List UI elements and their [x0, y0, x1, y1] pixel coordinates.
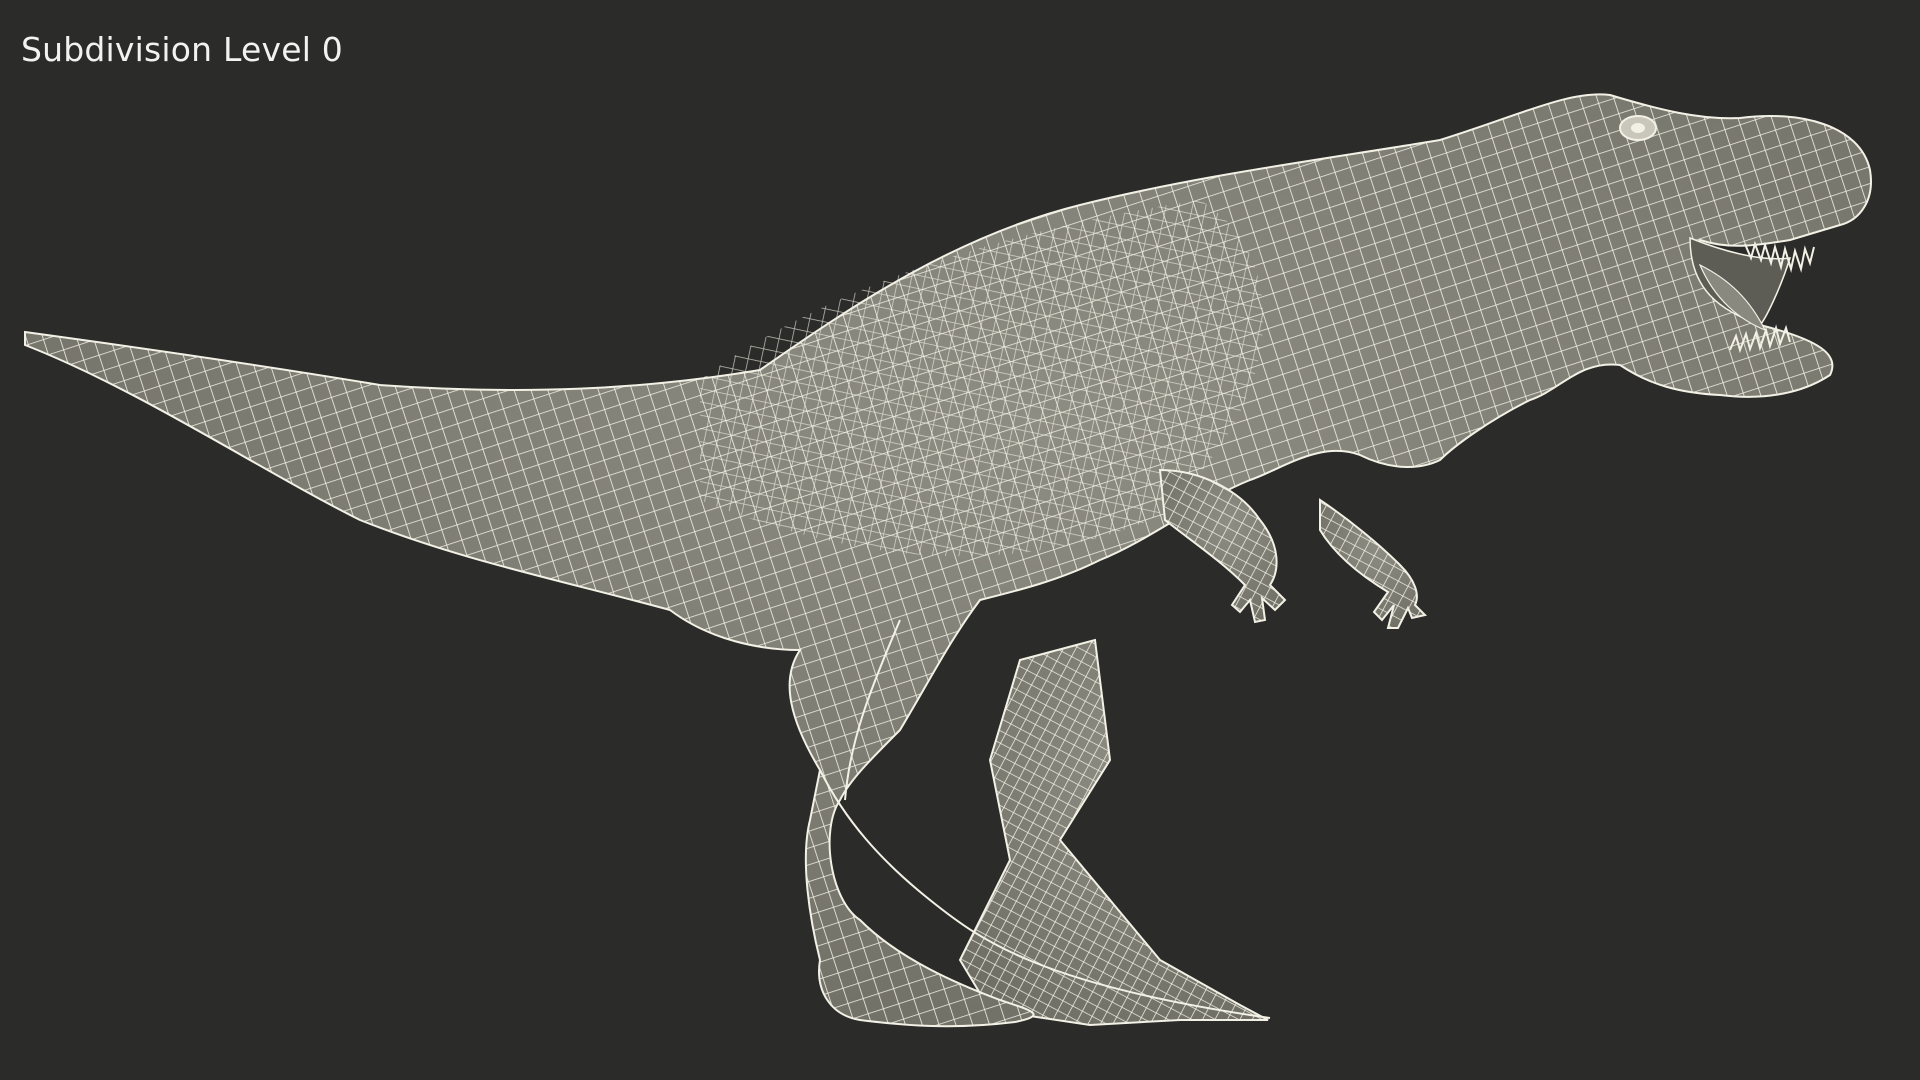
trex-body — [24, 93, 1872, 1028]
subdivision-level-label: Subdivision Level 0 — [21, 30, 343, 69]
trex-wireframe-model[interactable] — [0, 0, 1920, 1080]
3d-viewport[interactable]: Subdivision Level 0 — [0, 0, 1920, 1080]
far-leg — [958, 638, 1269, 1027]
trex-eye — [1619, 115, 1657, 141]
far-arm — [1319, 498, 1427, 629]
near-arm — [1158, 468, 1287, 624]
